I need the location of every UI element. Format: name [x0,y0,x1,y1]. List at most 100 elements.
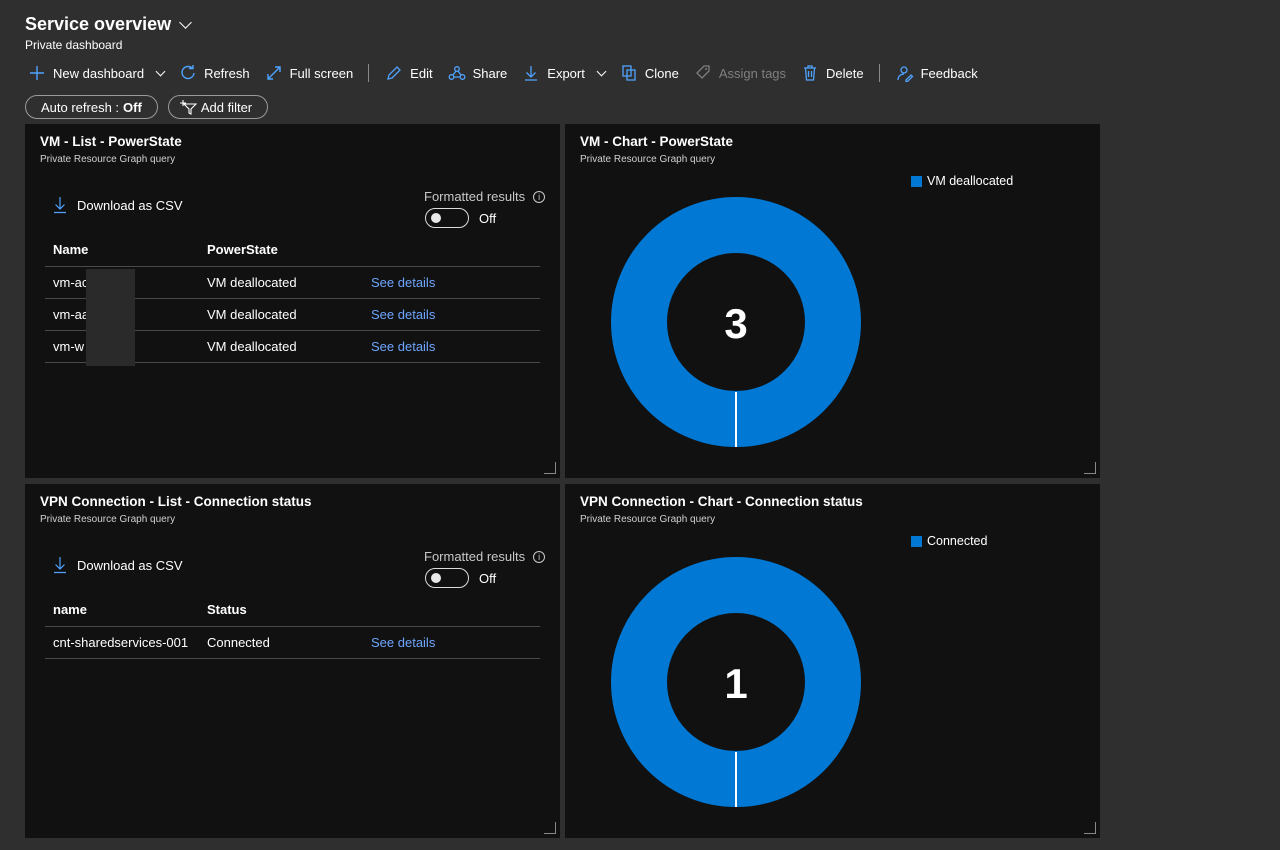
full-screen-button[interactable]: Full screen [265,64,354,82]
toggle-state: Off [479,210,497,226]
toolbar: New dashboard Refresh Full screen Edit S… [28,62,993,84]
vpn-chart-tile: VPN Connection - Chart - Connection stat… [565,484,1100,838]
delete-label: Delete [826,65,864,81]
formatted-results: Formatted results i [424,549,546,564]
redaction-mask [86,269,135,366]
clone-button[interactable]: Clone [620,64,679,82]
chevron-down-icon[interactable] [596,66,607,76]
full-screen-label: Full screen [289,65,354,81]
auto-refresh-value: Off [123,99,142,115]
table-header: Name PowerState [45,232,540,267]
donut-chart: 1 [611,557,861,807]
tile-title: VPN Connection - List - Connection statu… [40,494,312,509]
resize-handle[interactable] [544,822,556,834]
assign-tags-button[interactable]: Assign tags [694,64,786,82]
plus-icon [30,66,44,80]
column-header-powerstate: PowerState [207,241,278,257]
page-title: Service overview [25,14,172,34]
copy-icon [622,65,636,81]
share-label: Share [472,65,508,81]
refresh-label: Refresh [204,65,250,81]
share-icon [448,66,466,80]
export-label: Export [547,65,585,81]
formatted-results-toggle[interactable] [425,208,469,228]
clone-label: Clone [644,65,679,81]
toolbar-divider [878,64,880,82]
share-button[interactable]: Share [448,64,508,82]
vpn-list-tile: VPN Connection - List - Connection statu… [25,484,560,838]
filter-bar: Auto refresh : Off Add filter [25,95,269,119]
see-details-link[interactable]: See details [371,275,435,290]
tile-subtitle: Private Resource Graph query [40,154,176,165]
table-header: name Status [45,592,540,627]
see-details-link[interactable]: See details [371,307,435,322]
info-icon[interactable]: i [533,550,546,563]
vpn-table: name Status cnt-sharedservices-001 Conne… [45,592,540,659]
formatted-toggle-row: Off [425,208,496,228]
chevron-down-icon[interactable] [179,15,192,29]
formatted-toggle-row: Off [425,568,496,588]
assign-tags-label: Assign tags [718,65,787,81]
download-icon [525,66,538,81]
chevron-down-icon[interactable] [155,66,166,76]
toolbar-divider [368,64,370,82]
toggle-state: Off [479,570,497,586]
feedback-label: Feedback [920,65,978,81]
auto-refresh-button[interactable]: Auto refresh : Off [25,95,158,119]
formatted-results-toggle[interactable] [425,568,469,588]
download-csv-button[interactable]: Download as CSV [53,196,183,214]
feedback-button[interactable]: Feedback [896,64,978,82]
add-filter-button[interactable]: Add filter [167,95,269,119]
add-filter-label: Add filter [200,99,253,115]
refresh-button[interactable]: Refresh [179,64,250,82]
resize-handle[interactable] [544,462,556,474]
tile-title: VM - List - PowerState [40,134,182,149]
column-header-status: Status [207,601,247,617]
column-header-name: Name [53,241,89,257]
new-dashboard-button[interactable]: New dashboard [28,64,166,82]
vm-chart-tile: VM - Chart - PowerState Private Resource… [565,124,1100,478]
powerstate-cell: VM deallocated [207,339,297,354]
page-subtitle: Private dashboard [25,38,123,52]
pencil-icon [387,66,402,80]
download-csv-button[interactable]: Download as CSV [53,556,183,574]
edit-button[interactable]: Edit [385,64,433,82]
donut-chart: 3 [611,197,861,447]
formatted-results-label: Formatted results [424,549,526,564]
connection-name-cell: cnt-sharedservices-001 [53,635,189,650]
resize-handle[interactable] [1084,822,1096,834]
edit-label: Edit [410,65,433,81]
toggle-knob [431,573,441,583]
download-icon [54,197,66,214]
table-row: cnt-sharedservices-001 Connected See det… [45,627,540,659]
download-csv-label: Download as CSV [77,557,183,573]
trash-icon [804,65,817,81]
export-button[interactable]: Export [522,64,607,82]
feedback-icon [896,66,914,82]
new-dashboard-label: New dashboard [53,65,145,81]
refresh-icon [181,65,195,80]
dashboard-header: Service overview Private dashboard [25,14,192,52]
download-icon [54,557,66,574]
see-details-link[interactable]: See details [371,339,435,354]
add-filter-icon [179,100,197,115]
column-header-name: name [53,601,87,617]
auto-refresh-label: Auto refresh : [41,99,120,115]
status-cell: Connected [207,635,270,650]
resize-handle[interactable] [1084,462,1096,474]
tag-icon [695,65,710,79]
formatted-results: Formatted results i [424,189,546,204]
formatted-results-label: Formatted results [424,189,526,204]
vm-table: Name PowerState vm-ac VM deallocated See… [45,232,540,366]
powerstate-cell: VM deallocated [207,275,297,290]
vm-list-tile: VM - List - PowerState Private Resource … [25,124,560,478]
see-details-link[interactable]: See details [371,635,435,650]
donut-center-value: 1 [724,660,747,707]
toggle-knob [431,213,441,223]
delete-button[interactable]: Delete [801,64,864,82]
tile-subtitle: Private Resource Graph query [40,514,176,525]
powerstate-cell: VM deallocated [207,307,297,322]
info-icon[interactable]: i [533,190,546,203]
expand-icon [266,66,281,80]
download-csv-label: Download as CSV [77,197,183,213]
